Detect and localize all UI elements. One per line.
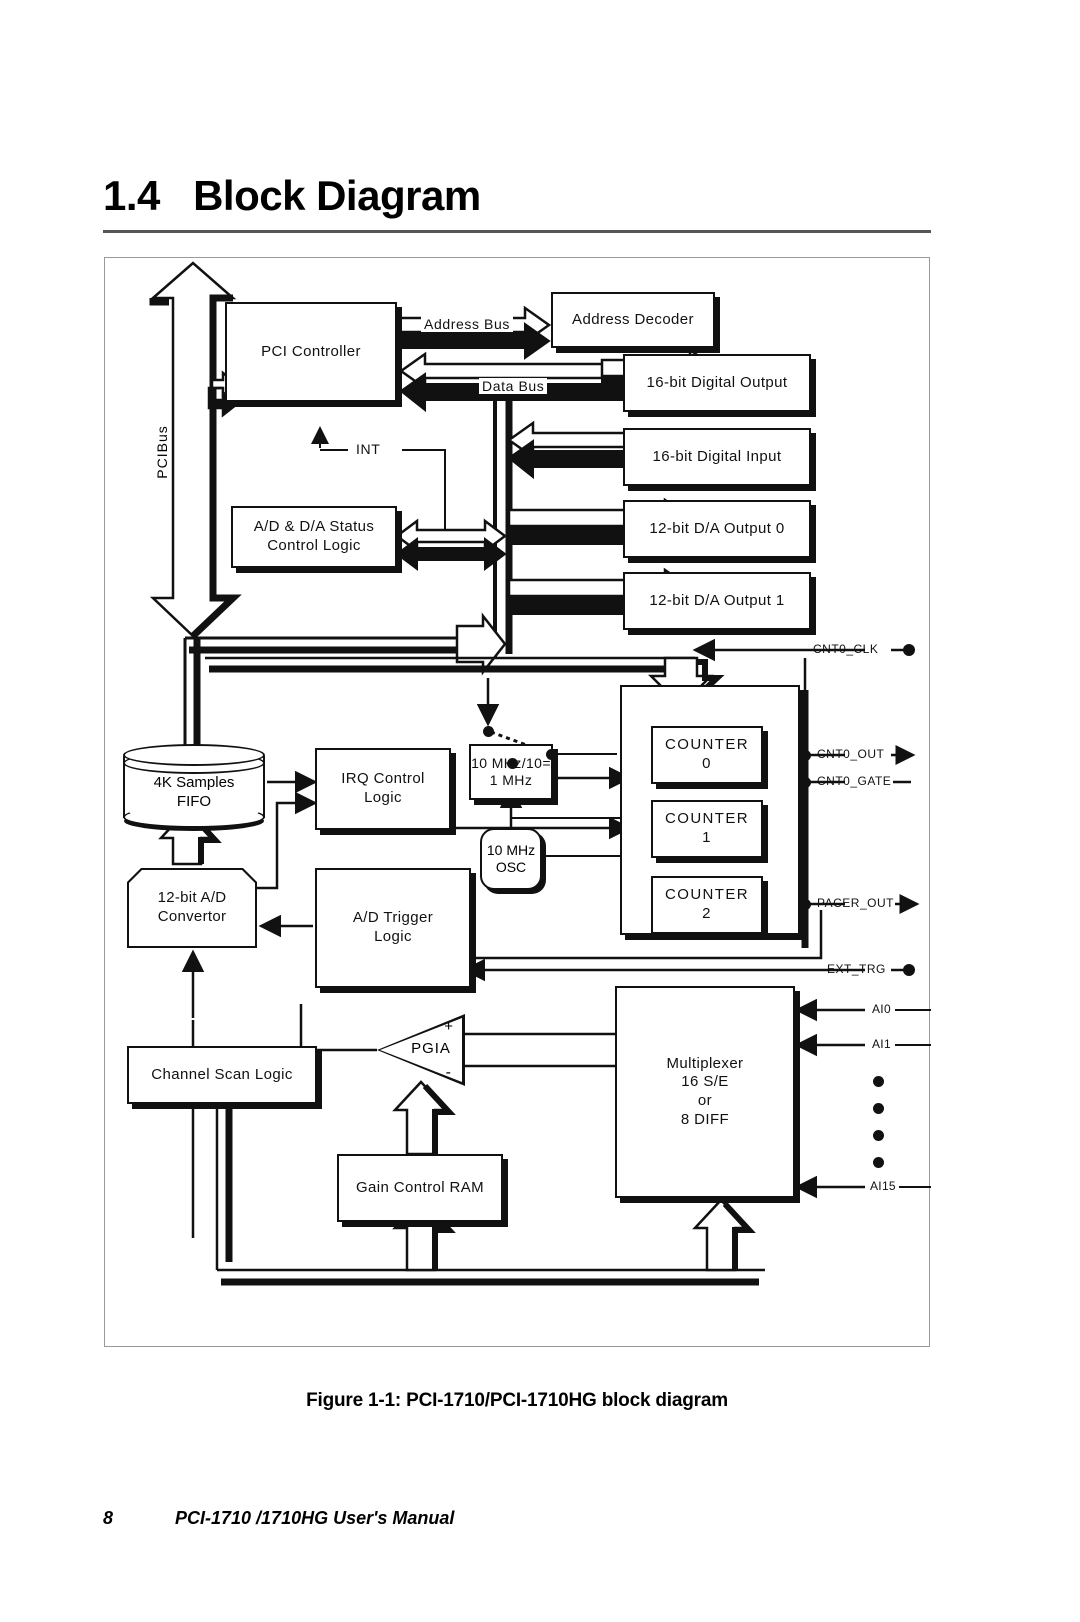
page-footer: 8 PCI-1710 /1710HG User's Manual (103, 1508, 933, 1534)
fifo-line-2: FIFO (176, 792, 212, 810)
signal-ai1: AI1 (869, 1037, 894, 1051)
signal-cnt0-gate: CNT0_GATE (817, 774, 892, 788)
terminal-dot-cnt0-clk (903, 644, 915, 656)
heading-divider (103, 230, 931, 233)
pgia-minus-sign: - (445, 1064, 451, 1081)
block-irq-control-logic[interactable]: IRQ Control Logic (315, 748, 451, 830)
int-label: INT (353, 441, 384, 457)
oscillator-line-1: 10 MHz (486, 841, 536, 858)
ad-convertor-line-2: Convertor (157, 908, 227, 925)
block-counter-1[interactable]: COUNTER 1 (651, 800, 763, 858)
signal-ext-trg: EXT_TRG (827, 962, 886, 976)
status-control-line-1: A/D & D/A Status (253, 518, 375, 536)
fifo-line-1: 4K Samples (153, 774, 235, 791)
block-diagram-frame: PCIBus PCI Controller Address Decoder 16… (104, 257, 931, 1347)
block-gain-control-ram[interactable]: Gain Control RAM (337, 1154, 503, 1222)
signal-cnt0-clk: CNT0_CLK (813, 642, 879, 656)
switch-contact-dot-lower (507, 758, 518, 769)
pci-bus-label: PCIBus (154, 425, 170, 479)
data-bus-label: Data Bus (479, 378, 548, 394)
pgia-label: PGIA (411, 1040, 451, 1057)
counter-0-line-2: 0 (702, 755, 712, 772)
counter-2-line-2: 2 (702, 905, 712, 922)
ai-ellipsis-dot-4 (873, 1157, 884, 1168)
page-title: 1.4 Block Diagram (103, 172, 933, 224)
block-multiplexer[interactable]: Multiplexer 16 S/E or 8 DIFF (615, 986, 795, 1198)
ai-ellipsis-dot-3 (873, 1130, 884, 1141)
junction-dot-cnt0-gate (800, 777, 811, 788)
counter-0-line-1: COUNTER (665, 736, 749, 754)
ai-ellipsis-dot-1 (873, 1076, 884, 1087)
block-da-output-1[interactable]: 12-bit D/A Output 1 (623, 572, 811, 630)
ai-ellipsis-dot-2 (873, 1103, 884, 1114)
section-title: Block Diagram (193, 172, 481, 219)
oscillator-line-2: OSC (495, 859, 527, 875)
switch-contact-dot-upper (483, 726, 494, 737)
terminal-dot-ext-trg (903, 964, 915, 976)
footer-page-number: 8 (103, 1508, 114, 1528)
block-digital-output[interactable]: 16-bit Digital Output (623, 354, 811, 412)
block-digital-input[interactable]: 16-bit Digital Input (623, 428, 811, 486)
switch-pole-dot (546, 749, 557, 760)
block-ad-convertor[interactable]: 12-bit A/D Convertor (127, 868, 257, 948)
multiplexer-line-3: or (697, 1092, 713, 1109)
block-pci-controller[interactable]: PCI Controller (225, 302, 397, 402)
irq-line-2: Logic (364, 789, 402, 806)
block-channel-scan-logic[interactable]: Channel Scan Logic (127, 1046, 317, 1104)
signal-pacer-out: PACER_OUT (817, 896, 894, 910)
block-fifo[interactable]: 4K Samples FIFO (123, 744, 265, 830)
ad-trigger-line-2: Logic (374, 928, 412, 945)
fifo-label: 4K Samples FIFO (123, 774, 265, 812)
junction-dot-cnt0-out (800, 750, 811, 761)
signal-cnt0-out: CNT0_OUT (817, 747, 885, 761)
counter-2-line-1: COUNTER (665, 886, 749, 904)
footer-manual-title: PCI-1710 /1710HG User's Manual (175, 1508, 455, 1528)
junction-dot-pacer-out (800, 899, 811, 910)
clock-divider-line-2: 1 MHz (489, 772, 533, 788)
status-control-line-2: Control Logic (267, 537, 361, 554)
ad-convertor-label: 12-bit A/D Convertor (127, 868, 257, 948)
multiplexer-line-2: 16 S/E (681, 1073, 729, 1091)
multiplexer-line-4: 8 DIFF (680, 1110, 730, 1128)
block-clock-divider[interactable]: 10 MHz/10= 1 MHz (469, 744, 553, 800)
signal-ai15: AI15 (867, 1179, 899, 1193)
counter-1-line-2: 1 (702, 829, 712, 846)
address-bus-label: Address Bus (421, 316, 513, 332)
block-counter-0[interactable]: COUNTER 0 (651, 726, 763, 784)
block-address-decoder[interactable]: Address Decoder (551, 292, 715, 348)
figure-caption: Figure 1-1: PCI-1710/PCI-1710HG block di… (306, 1390, 728, 1411)
pgia-plus-sign: + (444, 1018, 453, 1035)
block-ad-da-status-control-logic[interactable]: A/D & D/A Status Control Logic (231, 506, 397, 568)
ad-convertor-line-1: 12-bit A/D (157, 889, 227, 907)
section-number: 1.4 (103, 172, 160, 219)
block-pgia[interactable]: + PGIA - (377, 1014, 465, 1086)
block-oscillator[interactable]: 10 MHz OSC (480, 828, 542, 890)
counter-1-line-1: COUNTER (665, 810, 749, 828)
irq-line-1: IRQ Control (341, 770, 425, 788)
block-da-output-0[interactable]: 12-bit D/A Output 0 (623, 500, 811, 558)
block-counter-2[interactable]: COUNTER 2 (651, 876, 763, 934)
ad-trigger-line-1: A/D Trigger (352, 909, 434, 927)
multiplexer-line-1: Multiplexer (666, 1054, 744, 1072)
signal-ai0: AI0 (869, 1002, 894, 1016)
block-ad-trigger-logic[interactable]: A/D Trigger Logic (315, 868, 471, 988)
fifo-cylinder-top (123, 744, 265, 766)
